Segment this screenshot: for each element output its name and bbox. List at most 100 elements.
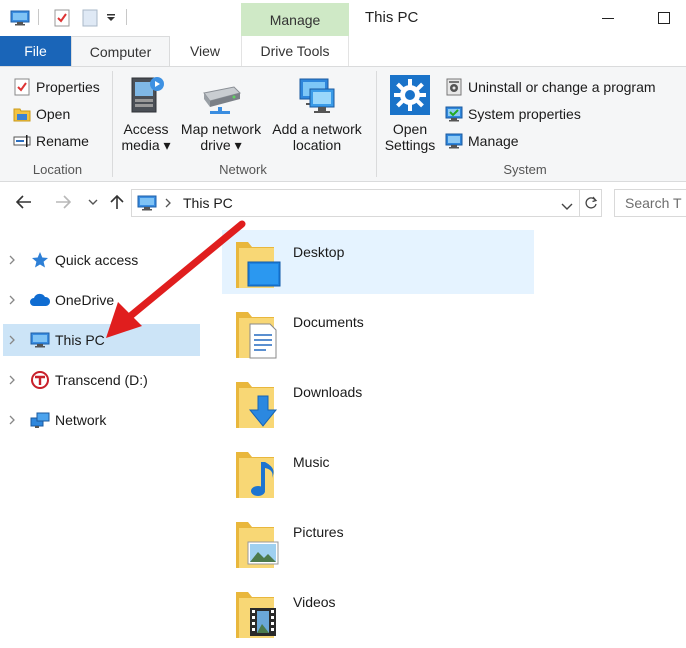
access-media-icon: [125, 73, 167, 117]
nav-item-onedrive[interactable]: OneDrive: [3, 284, 200, 316]
folder-label: Videos: [293, 594, 336, 610]
manage-computer-icon: [444, 131, 464, 151]
rename-icon: [12, 131, 32, 151]
refresh-icon[interactable]: [580, 189, 602, 217]
computer-icon: [29, 330, 51, 350]
new-folder-quick-icon[interactable]: [80, 8, 100, 28]
address-dropdown-icon[interactable]: [561, 198, 573, 216]
system-properties-label: System properties: [468, 106, 581, 122]
expand-chevron-icon[interactable]: [3, 415, 23, 425]
nav-label: Quick access: [55, 252, 139, 268]
settings-gear-icon: [389, 73, 431, 117]
computer-icon[interactable]: [9, 8, 31, 28]
tab-computer[interactable]: Computer: [71, 36, 170, 66]
recent-locations-chevron-icon[interactable]: [82, 191, 104, 213]
expand-chevron-icon[interactable]: [3, 375, 23, 385]
breadcrumb-chevron-icon[interactable]: [164, 196, 172, 214]
expand-chevron-icon[interactable]: [3, 295, 23, 305]
properties-quick-icon[interactable]: [52, 8, 72, 28]
add-network-location-button[interactable]: Add a network location: [268, 73, 366, 153]
nav-label: This PC: [55, 332, 105, 348]
network-icon: [29, 410, 51, 430]
folder-downloads[interactable]: Downloads: [222, 370, 534, 434]
expand-chevron-icon[interactable]: [3, 335, 23, 345]
search-input[interactable]: Search T: [614, 189, 686, 217]
system-group-label: System: [503, 162, 547, 177]
nav-item-transcend-drive[interactable]: Transcend (D:): [3, 364, 200, 396]
address-bar[interactable]: This PC: [131, 189, 580, 217]
manage-button[interactable]: Manage: [444, 129, 519, 153]
folder-pictures[interactable]: Pictures: [222, 510, 534, 574]
add-network-location-label-2: location: [292, 137, 342, 153]
videos-folder-icon: [234, 584, 282, 642]
location-group-label: Location: [32, 162, 83, 177]
breadcrumb-this-pc[interactable]: This PC: [183, 195, 233, 211]
folder-music[interactable]: Music: [222, 440, 534, 504]
folder-label: Documents: [293, 314, 364, 330]
nav-item-this-pc[interactable]: This PC: [3, 324, 200, 356]
folder-desktop[interactable]: Desktop: [222, 230, 534, 294]
rename-button[interactable]: Rename: [12, 129, 89, 153]
pictures-folder-icon: [234, 514, 282, 572]
open-folder-icon: [12, 104, 32, 124]
expand-chevron-icon[interactable]: [3, 255, 23, 265]
manage-contextual-tab[interactable]: Manage: [241, 3, 349, 36]
folder-label: Pictures: [293, 524, 344, 540]
uninstall-label: Uninstall or change a program: [468, 79, 656, 95]
access-media-button[interactable]: Access media ▾: [120, 73, 172, 153]
nav-label: Transcend (D:): [55, 372, 148, 388]
folder-documents[interactable]: Documents: [222, 300, 534, 364]
nav-item-quick-access[interactable]: Quick access: [3, 244, 200, 276]
maximize-icon[interactable]: [654, 8, 674, 28]
music-folder-icon: [234, 444, 282, 502]
open-settings-label-1: Open: [392, 121, 428, 137]
access-media-label-2: media ▾: [121, 137, 171, 153]
up-arrow-icon[interactable]: [106, 191, 128, 213]
desktop-folder-icon: [234, 234, 282, 292]
nav-label: Network: [55, 412, 107, 428]
properties-icon: [12, 77, 32, 97]
map-network-drive-icon: [200, 73, 242, 117]
nav-item-network[interactable]: Network: [3, 404, 200, 436]
open-label: Open: [36, 106, 71, 122]
properties-label: Properties: [36, 79, 100, 95]
folder-label: Desktop: [293, 244, 345, 260]
properties-button[interactable]: Properties: [12, 75, 100, 99]
open-settings-label-2: Settings: [384, 137, 436, 153]
address-row: This PC Search T: [0, 183, 686, 223]
system-properties-button[interactable]: System properties: [444, 102, 581, 126]
uninstall-program-button[interactable]: Uninstall or change a program: [444, 75, 656, 99]
documents-folder-icon: [234, 304, 282, 362]
customize-qat-icon[interactable]: [104, 8, 118, 28]
folder-label: Music: [293, 454, 330, 470]
nav-label: OneDrive: [55, 292, 115, 308]
add-network-location-label-1: Add a network: [272, 121, 362, 137]
access-media-label-1: Access: [123, 121, 169, 137]
window-title: This PC: [365, 9, 419, 26]
back-arrow-icon[interactable]: [13, 191, 35, 213]
network-group-label: Network: [219, 162, 267, 177]
tab-drive-tools[interactable]: Drive Tools: [241, 36, 349, 66]
map-network-drive-label-2: drive ▾: [200, 137, 242, 153]
tab-file[interactable]: File: [0, 36, 71, 66]
this-pc-address-icon: [137, 194, 159, 212]
add-network-location-icon: [296, 73, 338, 117]
map-network-drive-button[interactable]: Map network drive ▾: [176, 73, 266, 153]
transcend-drive-icon: [29, 370, 51, 390]
minimize-icon[interactable]: [598, 8, 618, 28]
manage-label: Manage: [468, 133, 519, 149]
title-bar: Manage This PC: [0, 0, 686, 36]
folder-label: Downloads: [293, 384, 363, 400]
forward-arrow-icon[interactable]: [52, 191, 74, 213]
tab-view[interactable]: View: [172, 36, 238, 66]
downloads-folder-icon: [234, 374, 282, 432]
content-pane: Desktop Documents Downloads Music Pictur…: [205, 224, 686, 648]
open-settings-button[interactable]: Open Settings: [382, 73, 438, 153]
system-properties-icon: [444, 104, 464, 124]
rename-label: Rename: [36, 133, 89, 149]
ribbon-tab-row: File Computer View Drive Tools: [0, 36, 686, 66]
open-button[interactable]: Open: [12, 102, 70, 126]
navigation-pane: Quick access OneDrive This PC Transcend …: [0, 224, 205, 648]
map-network-drive-label-1: Map network: [180, 121, 262, 137]
folder-videos[interactable]: Videos: [222, 580, 534, 644]
